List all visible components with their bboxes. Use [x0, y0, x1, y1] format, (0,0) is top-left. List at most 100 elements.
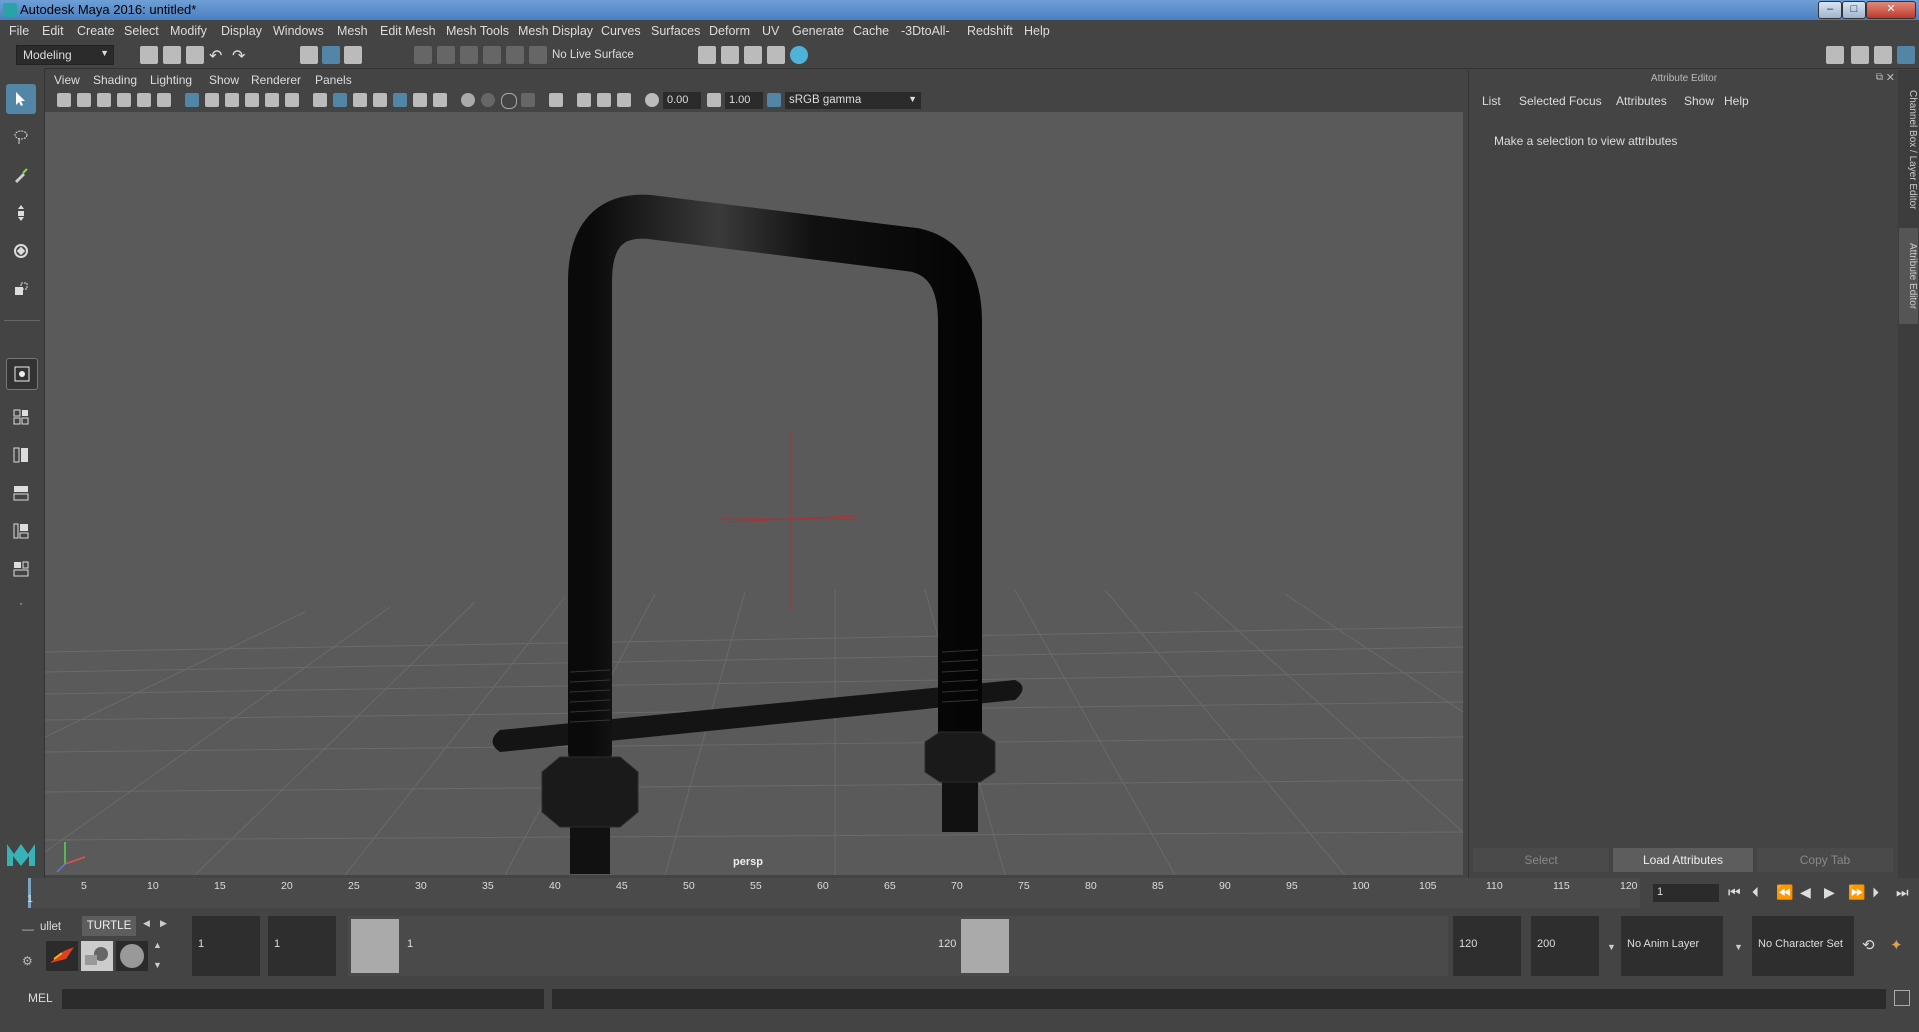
viewport-menu-view[interactable]: View	[54, 73, 80, 87]
exposure-field[interactable]: 0.00	[663, 92, 701, 109]
viewport-panel[interactable]: View Shading Lighting Show Renderer Pane…	[45, 70, 1463, 875]
menu-edit[interactable]: Edit	[42, 24, 64, 38]
float-panel-icon[interactable]: ⧉	[1876, 72, 1883, 83]
select-component-icon[interactable]	[344, 46, 362, 64]
range-slider-end-handle[interactable]	[961, 919, 1009, 973]
safe-action-icon[interactable]	[285, 93, 299, 107]
undo-icon[interactable]: ↶	[209, 46, 227, 65]
copy-tab-button[interactable]: Copy Tab	[1757, 848, 1893, 872]
hypershade-icon[interactable]	[790, 46, 808, 64]
go-to-end-icon[interactable]: ⏭	[1896, 884, 1909, 901]
close-button[interactable]: ✕	[1866, 1, 1916, 19]
left-nut-mesh[interactable]	[541, 756, 639, 828]
menu-mesh[interactable]: Mesh	[337, 24, 368, 38]
shelf-tab-prev-icon[interactable]: ◀	[143, 918, 150, 929]
viewport-scene[interactable]	[45, 112, 1463, 875]
shelf-collapse-icon[interactable]: —	[22, 922, 34, 936]
play-backward-icon[interactable]: ◀	[1800, 884, 1811, 901]
scale-tool-button[interactable]	[6, 274, 36, 304]
anim-layer-dropdown[interactable]: No Anim Layer	[1621, 916, 1723, 976]
paint-select-tool-button[interactable]	[6, 160, 36, 190]
snap-surface-icon[interactable]	[506, 46, 524, 64]
multisample-aa-icon[interactable]	[501, 93, 517, 109]
attr-menu-show[interactable]: Show	[1684, 94, 1714, 108]
current-frame-field[interactable]: 1	[1653, 884, 1719, 902]
open-scene-icon[interactable]	[163, 46, 181, 64]
attr-menu-selected[interactable]: Selected	[1519, 94, 1566, 108]
grid-icon[interactable]	[185, 93, 199, 107]
single-perspective-layout-button[interactable]	[6, 358, 38, 390]
smooth-shade-icon[interactable]	[333, 93, 347, 107]
menu-help[interactable]: Help	[1024, 24, 1050, 38]
snap-point-icon[interactable]	[460, 46, 478, 64]
toggle-outliner-icon[interactable]	[1851, 46, 1869, 64]
outliner-persp-graph-layout-button[interactable]	[6, 516, 36, 546]
menu-edit-mesh[interactable]: Edit Mesh	[380, 24, 436, 38]
xray-joints-icon[interactable]	[577, 93, 591, 107]
script-editor-icon[interactable]	[1894, 990, 1910, 1006]
u-bolt-mesh[interactable]	[568, 194, 982, 774]
menu-set-dropdown[interactable]: Modeling ▼	[16, 45, 114, 65]
attr-menu-focus[interactable]: Focus	[1569, 94, 1602, 108]
film-gate-icon[interactable]	[205, 93, 219, 107]
hypershade-persp-layout-button[interactable]	[6, 554, 36, 584]
toggle-tool-settings-icon[interactable]	[1874, 46, 1892, 64]
snap-vertex-icon[interactable]	[529, 46, 547, 64]
play-forward-icon[interactable]: ▶	[1824, 884, 1835, 901]
shelf-tab-next-icon[interactable]: ▶	[160, 918, 167, 929]
field-chart-icon[interactable]	[265, 93, 279, 107]
menu-uv[interactable]: UV	[762, 24, 779, 38]
color-space-dropdown[interactable]: sRGB gamma ▼	[785, 92, 921, 109]
render-frame-icon[interactable]	[698, 46, 716, 64]
menu-cache[interactable]: Cache	[853, 24, 889, 38]
menu-modify[interactable]: Modify	[170, 24, 207, 38]
load-attributes-button[interactable]: Load Attributes	[1613, 848, 1753, 872]
range-slider-start-handle[interactable]	[351, 919, 399, 973]
select-tool-button[interactable]	[6, 84, 36, 114]
shelf-item-sphere[interactable]	[116, 941, 148, 971]
toggle-attribute-editor-icon[interactable]	[1897, 46, 1915, 64]
shelf-item-render[interactable]	[46, 941, 78, 971]
start-time-field[interactable]: 1	[192, 916, 260, 976]
render-settings-icon[interactable]	[767, 46, 785, 64]
chevron-down-icon[interactable]: ▼	[1734, 942, 1743, 952]
snap-grid-icon[interactable]	[414, 46, 432, 64]
step-back-frame-icon[interactable]: ⏴	[1752, 884, 1759, 901]
select-camera-icon[interactable]	[57, 93, 71, 107]
save-scene-icon[interactable]	[186, 46, 204, 64]
menu-generate[interactable]: Generate	[792, 24, 844, 38]
menu-surfaces[interactable]: Surfaces	[651, 24, 700, 38]
character-set-dropdown[interactable]: No Character Set	[1752, 916, 1854, 976]
image-plane-icon[interactable]	[117, 93, 131, 107]
menu-3dtoall[interactable]: -3DtoAll-	[901, 24, 950, 38]
lasso-tool-button[interactable]	[6, 122, 36, 152]
menu-redshift[interactable]: Redshift	[967, 24, 1013, 38]
close-panel-icon[interactable]: ✕	[1886, 71, 1895, 84]
motion-blur-icon[interactable]	[481, 93, 495, 107]
color-management-icon[interactable]	[767, 93, 781, 107]
persp-outliner-layout-button[interactable]	[6, 440, 36, 470]
gamma-icon[interactable]	[707, 93, 721, 107]
select-object-icon[interactable]	[322, 46, 340, 64]
xray-active-components-icon[interactable]	[597, 93, 611, 107]
shelf-tab-turtle[interactable]: TURTLE	[82, 916, 136, 936]
2d-pan-zoom-icon[interactable]	[137, 93, 151, 107]
screen-space-ao-icon[interactable]	[461, 93, 475, 107]
attr-menu-attributes[interactable]: Attributes	[1616, 94, 1667, 108]
viewport-menu-show[interactable]: Show	[209, 73, 239, 87]
workspace-icon[interactable]	[1826, 46, 1844, 64]
toolbox-more-button[interactable]: ·	[6, 590, 36, 620]
menu-mesh-tools[interactable]: Mesh Tools	[446, 24, 509, 38]
menu-deform[interactable]: Deform	[709, 24, 750, 38]
move-tool-button[interactable]	[6, 198, 36, 228]
viewport-menu-panels[interactable]: Panels	[315, 73, 352, 87]
exposure-icon[interactable]	[645, 93, 659, 107]
shadows-icon[interactable]	[433, 93, 447, 107]
shelf-item-bake[interactable]	[81, 941, 113, 971]
select-button[interactable]: Select	[1473, 848, 1609, 872]
persp-graph-layout-button[interactable]	[6, 478, 36, 508]
use-all-lights-icon[interactable]	[413, 93, 427, 107]
depth-of-field-icon[interactable]	[521, 93, 535, 107]
pivot-manipulator[interactable]	[717, 430, 857, 612]
wireframe-icon[interactable]	[313, 93, 327, 107]
